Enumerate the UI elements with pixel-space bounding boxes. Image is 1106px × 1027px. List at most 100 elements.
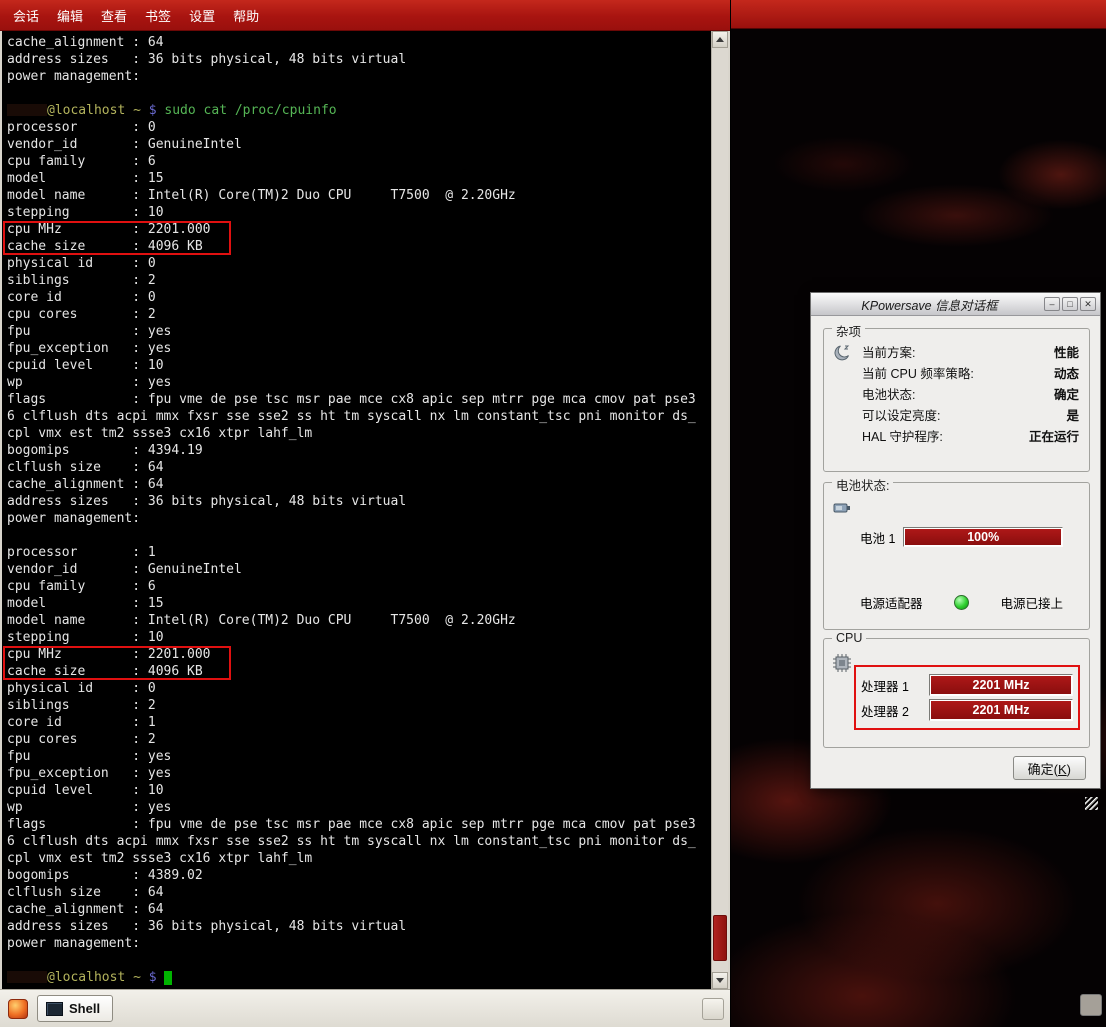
terminal-line: cache_alignment : 64	[7, 34, 710, 51]
prompt-symbol: $	[149, 970, 165, 985]
group-battery-title: 电池状态:	[832, 475, 893, 494]
terminal-line: bogomips : 4389.02	[7, 867, 710, 884]
menu-item-settings[interactable]: 设置	[180, 4, 224, 27]
info-value: 确定	[1054, 385, 1079, 406]
redacted-username	[7, 971, 47, 983]
terminal-line: clflush size : 64	[7, 459, 710, 476]
menu-bar: 会话编辑查看书签设置帮助	[0, 0, 730, 31]
menu-item-help[interactable]: 帮助	[224, 4, 268, 27]
info-row: HAL 守护程序: 正在运行	[862, 427, 1079, 448]
window-maximize-button[interactable]: □	[1062, 297, 1078, 311]
info-value: 是	[1066, 406, 1079, 427]
terminal-line	[7, 952, 710, 969]
terminal-cursor	[164, 971, 172, 985]
terminal-line: cpl vmx est tm2 ssse3 cx16 xtpr lahf_lm	[7, 425, 710, 442]
terminal-scrollbar[interactable]	[711, 31, 728, 989]
prompt-host: @localhost ~	[47, 103, 149, 118]
terminal-line: 6 clflush dts acpi mmx fxsr sse sse2 ss …	[7, 833, 710, 850]
scroll-down-button[interactable]	[712, 972, 728, 989]
terminal-line: cpu family : 6	[7, 153, 710, 170]
info-label: 当前方案:	[862, 343, 915, 364]
terminal-line: cpu MHz : 2201.000	[7, 646, 710, 663]
dialog-titlebar[interactable]: KPowersave 信息对话框 –□✕	[811, 293, 1100, 316]
group-cpu: CPU 处理器 12201 MHz处理器 22201 MHz	[823, 638, 1090, 748]
new-session-button[interactable]	[6, 997, 30, 1021]
annotation-highlight-box: cpu MHz : 2201.000cache size : 4096 KB	[7, 646, 710, 680]
adapter-led-icon	[954, 595, 969, 610]
terminal-line: physical id : 0	[7, 255, 710, 272]
terminal-output: cache_alignment : 64address sizes : 36 b…	[2, 31, 710, 989]
terminal-line: model name : Intel(R) Core(TM)2 Duo CPU …	[7, 612, 710, 629]
ok-label-suffix: )	[1067, 762, 1071, 777]
menu-item-session[interactable]: 会话	[4, 4, 48, 27]
adapter-label: 电源适配器	[860, 593, 923, 612]
terminal-line: address sizes : 36 bits physical, 48 bit…	[7, 493, 710, 510]
terminal-line: cache size : 4096 KB	[7, 663, 710, 680]
prompt-command: sudo cat /proc/cpuinfo	[164, 103, 336, 118]
cpu-progressbar: 2201 MHz	[929, 674, 1073, 696]
group-cpu-title: CPU	[832, 631, 866, 645]
tab-bar: Shell	[0, 989, 730, 1027]
scroll-up-button[interactable]	[712, 31, 728, 48]
terminal-line: stepping : 10	[7, 629, 710, 646]
scrollbar-thumb[interactable]	[713, 915, 727, 961]
terminal-line: physical id : 0	[7, 680, 710, 697]
terminal-line: vendor_id : GenuineIntel	[7, 136, 710, 153]
info-value: 正在运行	[1029, 427, 1079, 448]
terminal-line: bogomips : 4394.19	[7, 442, 710, 459]
info-row: 当前 CPU 频率策略:动态	[862, 364, 1079, 385]
window-close-button[interactable]: ✕	[1080, 297, 1096, 311]
terminal-line: wp : yes	[7, 799, 710, 816]
ok-label: 确定(	[1028, 762, 1058, 777]
new-session-icon	[8, 999, 28, 1019]
terminal-line: core id : 0	[7, 289, 710, 306]
window-minimize-button[interactable]: –	[1044, 297, 1060, 311]
ok-button[interactable]: 确定(K)	[1013, 756, 1086, 780]
prompt-line: @localhost ~ $ sudo cat /proc/cpuinfo	[7, 102, 710, 119]
session-list-button[interactable]	[702, 998, 724, 1020]
konsole-window: 会话编辑查看书签设置帮助 cache_alignment : 64address…	[0, 0, 730, 1027]
terminal-line: fpu_exception : yes	[7, 340, 710, 357]
cpu-row: 处理器 12201 MHz	[861, 674, 1073, 696]
terminal-line: flags : fpu vme de pse tsc msr pae mce c…	[7, 816, 710, 833]
battery-icon	[832, 497, 852, 517]
terminal-line: 6 clflush dts acpi mmx fxsr sse sse2 ss …	[7, 408, 710, 425]
dialog-body: 杂项 当前方案:性能当前 CPU 频率策略:动态电池状态:确定可以设定亮度:是H…	[811, 316, 1100, 789]
menu-item-bookmarks[interactable]: 书签	[136, 4, 180, 27]
terminal-line: fpu_exception : yes	[7, 765, 710, 782]
battery-label: 电池 1	[860, 528, 895, 547]
terminal-line: fpu : yes	[7, 323, 710, 340]
video-osd-icon	[1080, 994, 1102, 1016]
terminal-line: cpuid level : 10	[7, 357, 710, 374]
info-row: 可以设定亮度: 是	[862, 406, 1079, 427]
misc-rows: 当前方案:性能当前 CPU 频率策略:动态电池状态:确定可以设定亮度:是HAL …	[862, 343, 1079, 448]
terminal-icon	[46, 1002, 63, 1016]
group-battery: 电池状态: 电池 1 100% 电源适配器	[823, 482, 1090, 630]
info-label: 可以设定亮度:	[862, 406, 940, 427]
video-titlebar[interactable]	[731, 0, 1106, 29]
terminal-line: cpuid level : 10	[7, 782, 710, 799]
info-label: HAL 守护程序:	[862, 427, 943, 448]
terminal-line: cpu MHz : 2201.000	[7, 221, 710, 238]
menu-item-view[interactable]: 查看	[92, 4, 136, 27]
cpu-row: 处理器 22201 MHz	[861, 699, 1073, 721]
terminal-line	[7, 527, 710, 544]
info-value: 动态	[1054, 364, 1079, 385]
tab-shell[interactable]: Shell	[37, 995, 113, 1022]
terminal-line	[7, 85, 710, 102]
terminal-line: siblings : 2	[7, 272, 710, 289]
prompt-line: @localhost ~ $	[7, 969, 710, 986]
terminal-line: flags : fpu vme de pse tsc msr pae mce c…	[7, 391, 710, 408]
terminal[interactable]: cache_alignment : 64address sizes : 36 b…	[2, 31, 728, 989]
processor-label: 处理器 2	[861, 701, 923, 720]
prompt-symbol: $	[149, 103, 165, 118]
cpu-rows: 处理器 12201 MHz处理器 22201 MHz	[854, 665, 1080, 730]
adapter-row: 电源适配器 电源已接上	[860, 593, 1063, 612]
terminal-line: siblings : 2	[7, 697, 710, 714]
group-misc-title: 杂项	[832, 321, 865, 340]
menu-item-edit[interactable]: 编辑	[48, 4, 92, 27]
terminal-line: cache_alignment : 64	[7, 476, 710, 493]
terminal-line: stepping : 10	[7, 204, 710, 221]
terminal-line: cache size : 4096 KB	[7, 238, 710, 255]
resize-grip[interactable]	[1085, 797, 1098, 810]
